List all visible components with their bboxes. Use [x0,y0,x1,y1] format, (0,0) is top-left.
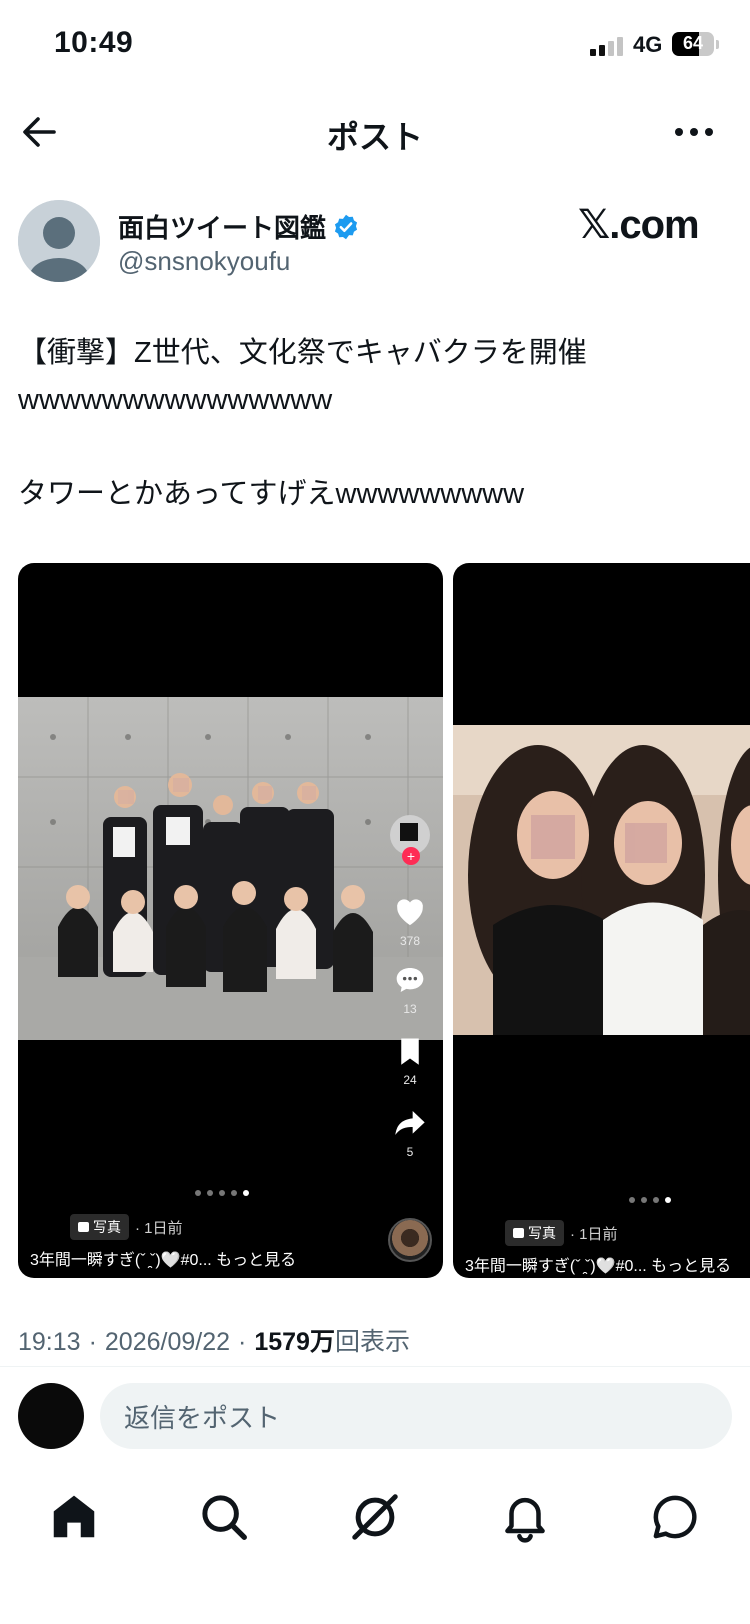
post-meta: 写真 · 1日前 [70,1214,183,1240]
carousel-dot [665,1197,671,1203]
grok-icon [352,1494,398,1540]
comment-stat[interactable]: 13 [390,965,430,1016]
creator-avatar-small[interactable]: + [390,815,430,865]
group-photo [18,697,443,1040]
photo-icon [513,1228,524,1238]
creator-avatar[interactable] [388,1218,432,1262]
top-app-bar: ポスト [0,96,750,168]
carousel-dots [195,1190,249,1196]
like-stat[interactable]: 378 [390,895,430,948]
reply-placeholder: 返信をポスト [124,1402,281,1433]
post-timestamp-row: 19:13 · 2026/09/22 · 1579万 回表示 [18,1322,410,1358]
post-text: 【衝撃】Z世代、文化祭でキャバクラを開催 wwwwwwwwwwwwwww タワー… [18,337,587,510]
notifications-icon [505,1497,545,1543]
more-horizontal-icon [675,128,713,136]
photo-icon [78,1222,89,1232]
author-avatar[interactable] [18,200,100,282]
status-time: 10:49 [54,26,134,59]
more-options-button[interactable] [668,108,720,156]
cellular-signal-icon [590,36,626,56]
view-count[interactable]: 1579万 [254,1322,335,1358]
search-icon [202,1495,247,1540]
current-user-avatar[interactable] [18,1383,84,1449]
share-stat[interactable]: 5 [390,1108,430,1159]
author-handle[interactable]: @snsnokyoufu [118,246,290,277]
carousel-dots [629,1197,671,1203]
media-card[interactable]: + 378 13 24 5 写真 · 1日前 3年間一瞬すぎ(ˇ ̯ˇ)🤍#0.… [18,563,443,1278]
author-name-row[interactable]: 面白ツイート図鑑 [118,208,360,245]
carousel-dot [243,1190,249,1196]
time-ago: · 1日前 [135,1219,183,1237]
messages-icon [653,1495,697,1539]
carousel-dot [629,1197,635,1203]
author-display-name[interactable]: 面白ツイート図鑑 [118,208,326,245]
bottom-navigation [0,1480,750,1550]
page-title: ポスト [326,119,423,155]
nav-messages[interactable] [648,1490,702,1544]
like-count: 378 [399,934,421,948]
heart-icon [397,899,423,926]
save-stat[interactable]: 24 [390,1036,430,1087]
divider [0,1366,750,1367]
time-ago: · 1日前 [570,1225,618,1243]
battery-level: 64 [682,33,704,53]
save-count: 24 [403,1073,417,1087]
comment-count: 13 [403,1002,417,1016]
carousel-dot [231,1190,237,1196]
photo-chip-label: 写真 [93,1219,121,1235]
nav-notifications[interactable] [498,1490,552,1544]
separator: · [88,1328,97,1356]
nav-search[interactable] [197,1490,251,1544]
share-count: 5 [406,1145,414,1159]
media-caption[interactable]: 3年間一瞬すぎ(ˇ ̯ˇ)🤍#0... もっと見る [30,1246,296,1270]
photo-chip-label: 写真 [528,1225,556,1241]
photo-chip: 写真 [505,1220,564,1246]
battery-icon: 64 [672,32,714,56]
carousel-dot [219,1190,225,1196]
bookmark-icon [401,1038,419,1065]
status-bar: 10:49 4G 64 [0,0,750,90]
views-label[interactable]: 回表示 [335,1322,410,1358]
post-meta: 写真 · 1日前 [505,1220,618,1246]
nav-home[interactable] [47,1490,101,1544]
photo-chip: 写真 [70,1214,129,1240]
share-arrow-icon [395,1111,425,1135]
nav-grok[interactable] [348,1490,402,1544]
carousel-dot [207,1190,213,1196]
carousel-dot [641,1197,647,1203]
default-profile-icon [18,200,100,282]
media-card[interactable]: 写真 · 1日前 3年間一瞬すぎ(ˇ ̯ˇ)🤍#0... もっと見る [453,563,750,1278]
comment-icon [396,968,424,992]
carousel-dot [195,1190,201,1196]
carousel-dot [653,1197,659,1203]
girls-photo [453,725,750,1035]
post-time: 19:13 [18,1328,81,1356]
battery-tip [716,40,719,49]
network-type: 4G [633,32,663,57]
separator: · [238,1328,247,1356]
verified-badge-icon [334,214,358,239]
x-com-watermark: 𝕏.com [578,203,700,247]
post-date: 2026/09/22 [104,1328,231,1356]
home-icon [53,1495,95,1538]
media-caption[interactable]: 3年間一瞬すぎ(ˇ ̯ˇ)🤍#0... もっと見る [465,1252,731,1276]
reply-input[interactable]: 返信をポスト [100,1383,732,1449]
